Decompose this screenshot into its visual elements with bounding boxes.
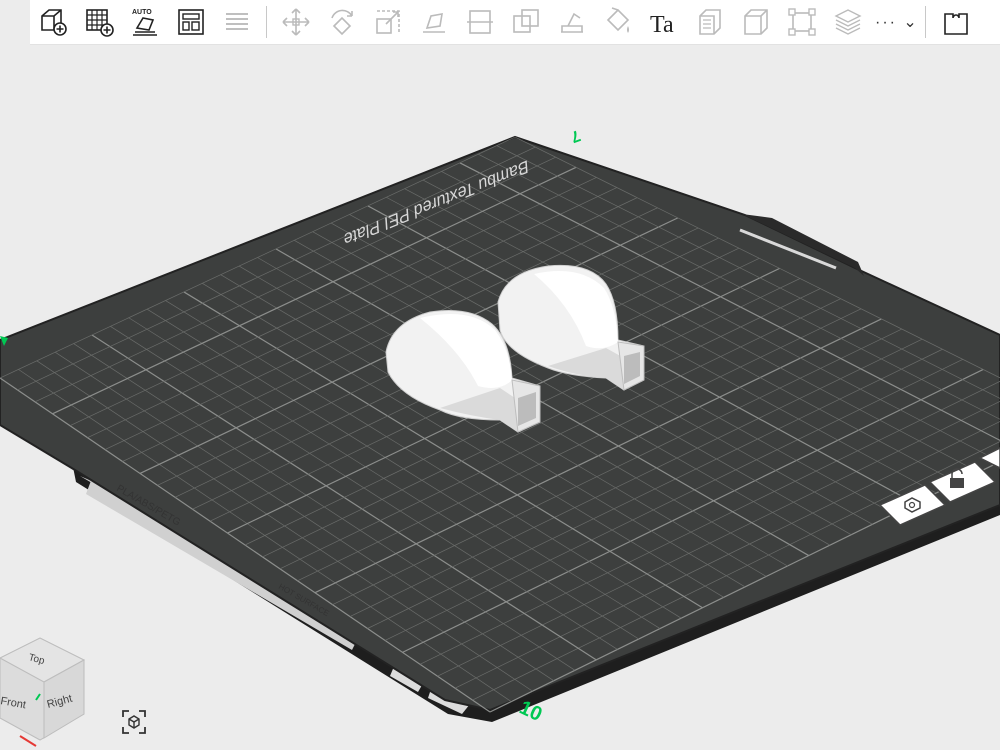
view-cube[interactable]: Top Front Right xyxy=(0,630,90,750)
3d-viewport[interactable]: Bambu Textured PEI Plate PLA/ABS/PETG HO… xyxy=(0,0,1000,750)
fit-view-button[interactable] xyxy=(117,705,151,739)
axis-x-indicator xyxy=(19,735,37,747)
y-axis-label: 7 xyxy=(568,126,582,145)
fit-view-icon xyxy=(122,710,146,734)
